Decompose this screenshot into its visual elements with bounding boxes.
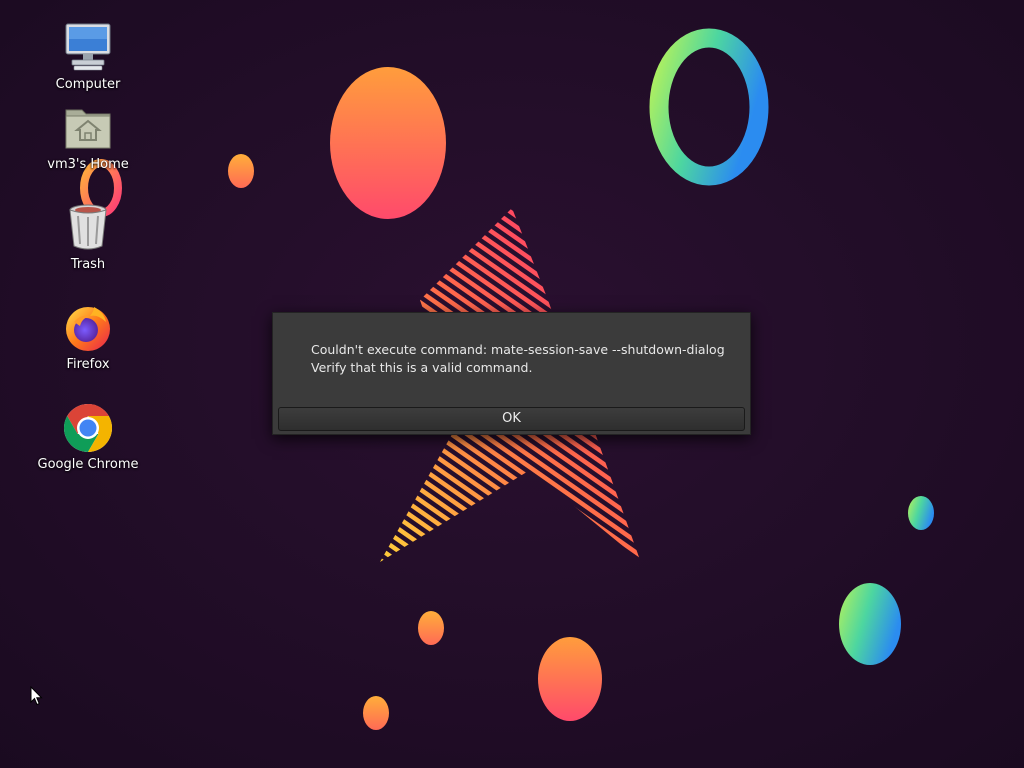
desktop-icon-label: Google Chrome: [37, 457, 139, 472]
desktop-icon-home[interactable]: vm3's Home: [33, 100, 143, 172]
error-message-line-2: Verify that this is a valid command.: [311, 360, 533, 375]
desktop-icon-label: Computer: [55, 77, 121, 92]
desktop-icon-label: Firefox: [66, 357, 110, 372]
computer-icon: [65, 23, 111, 71]
error-dialog: Couldn't execute command: mate-session-s…: [272, 312, 751, 435]
chrome-icon: [63, 404, 113, 452]
desktop-icon-label: Trash: [70, 257, 106, 272]
firefox-icon: [66, 307, 110, 351]
home-folder-icon: [65, 109, 111, 149]
desktop-icon-firefox[interactable]: Firefox: [33, 300, 143, 372]
error-message: Couldn't execute command: mate-session-s…: [311, 341, 725, 377]
ok-button[interactable]: OK: [278, 407, 745, 431]
desktop-icon-chrome[interactable]: Google Chrome: [33, 400, 143, 472]
desktop[interactable]: Computer vm3's Home Trash Firefox Google…: [0, 0, 1024, 768]
desktop-icon-label: vm3's Home: [47, 157, 129, 172]
desktop-icon-computer[interactable]: Computer: [33, 20, 143, 92]
desktop-icon-trash[interactable]: Trash: [33, 200, 143, 272]
mouse-pointer-icon: [30, 686, 43, 706]
trash-icon: [69, 204, 107, 250]
error-message-line-1: Couldn't execute command: mate-session-s…: [311, 342, 725, 357]
